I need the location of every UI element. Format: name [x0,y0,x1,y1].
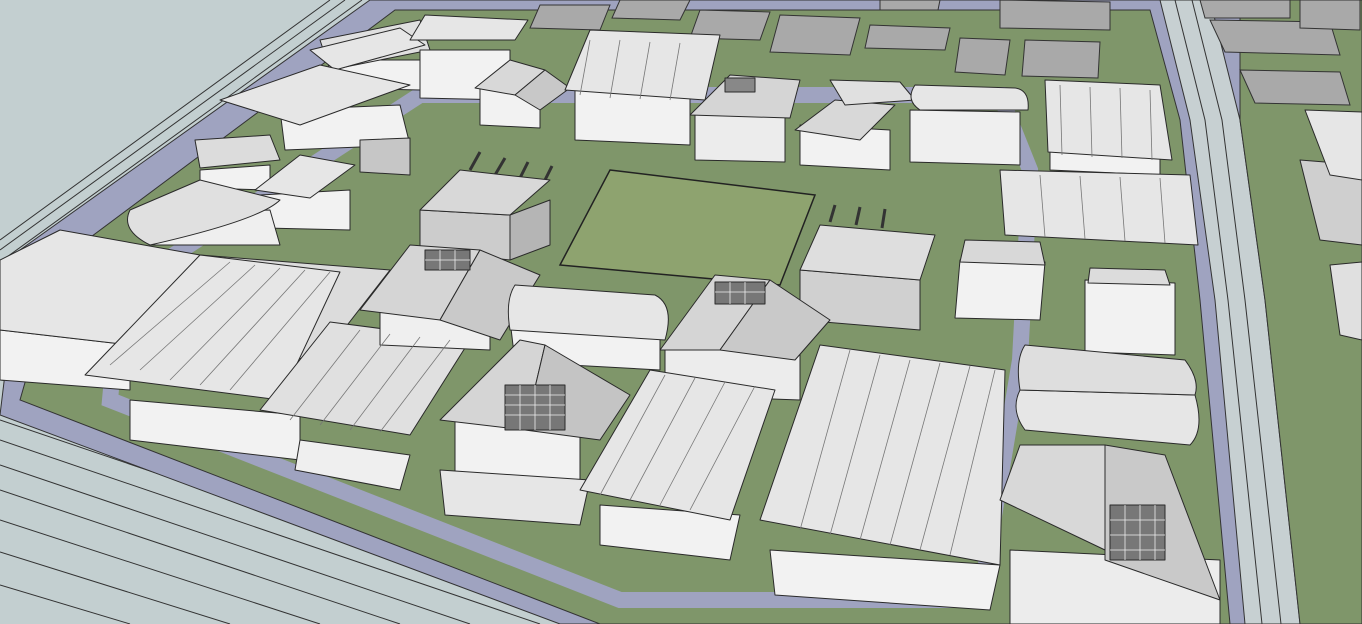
building-rounded-top [909,84,1029,166]
model-viewport[interactable] [0,0,1362,624]
building-rounded-right [1015,344,1200,446]
building-top-right-long [1044,79,1173,176]
village-3d-model [0,0,1362,624]
